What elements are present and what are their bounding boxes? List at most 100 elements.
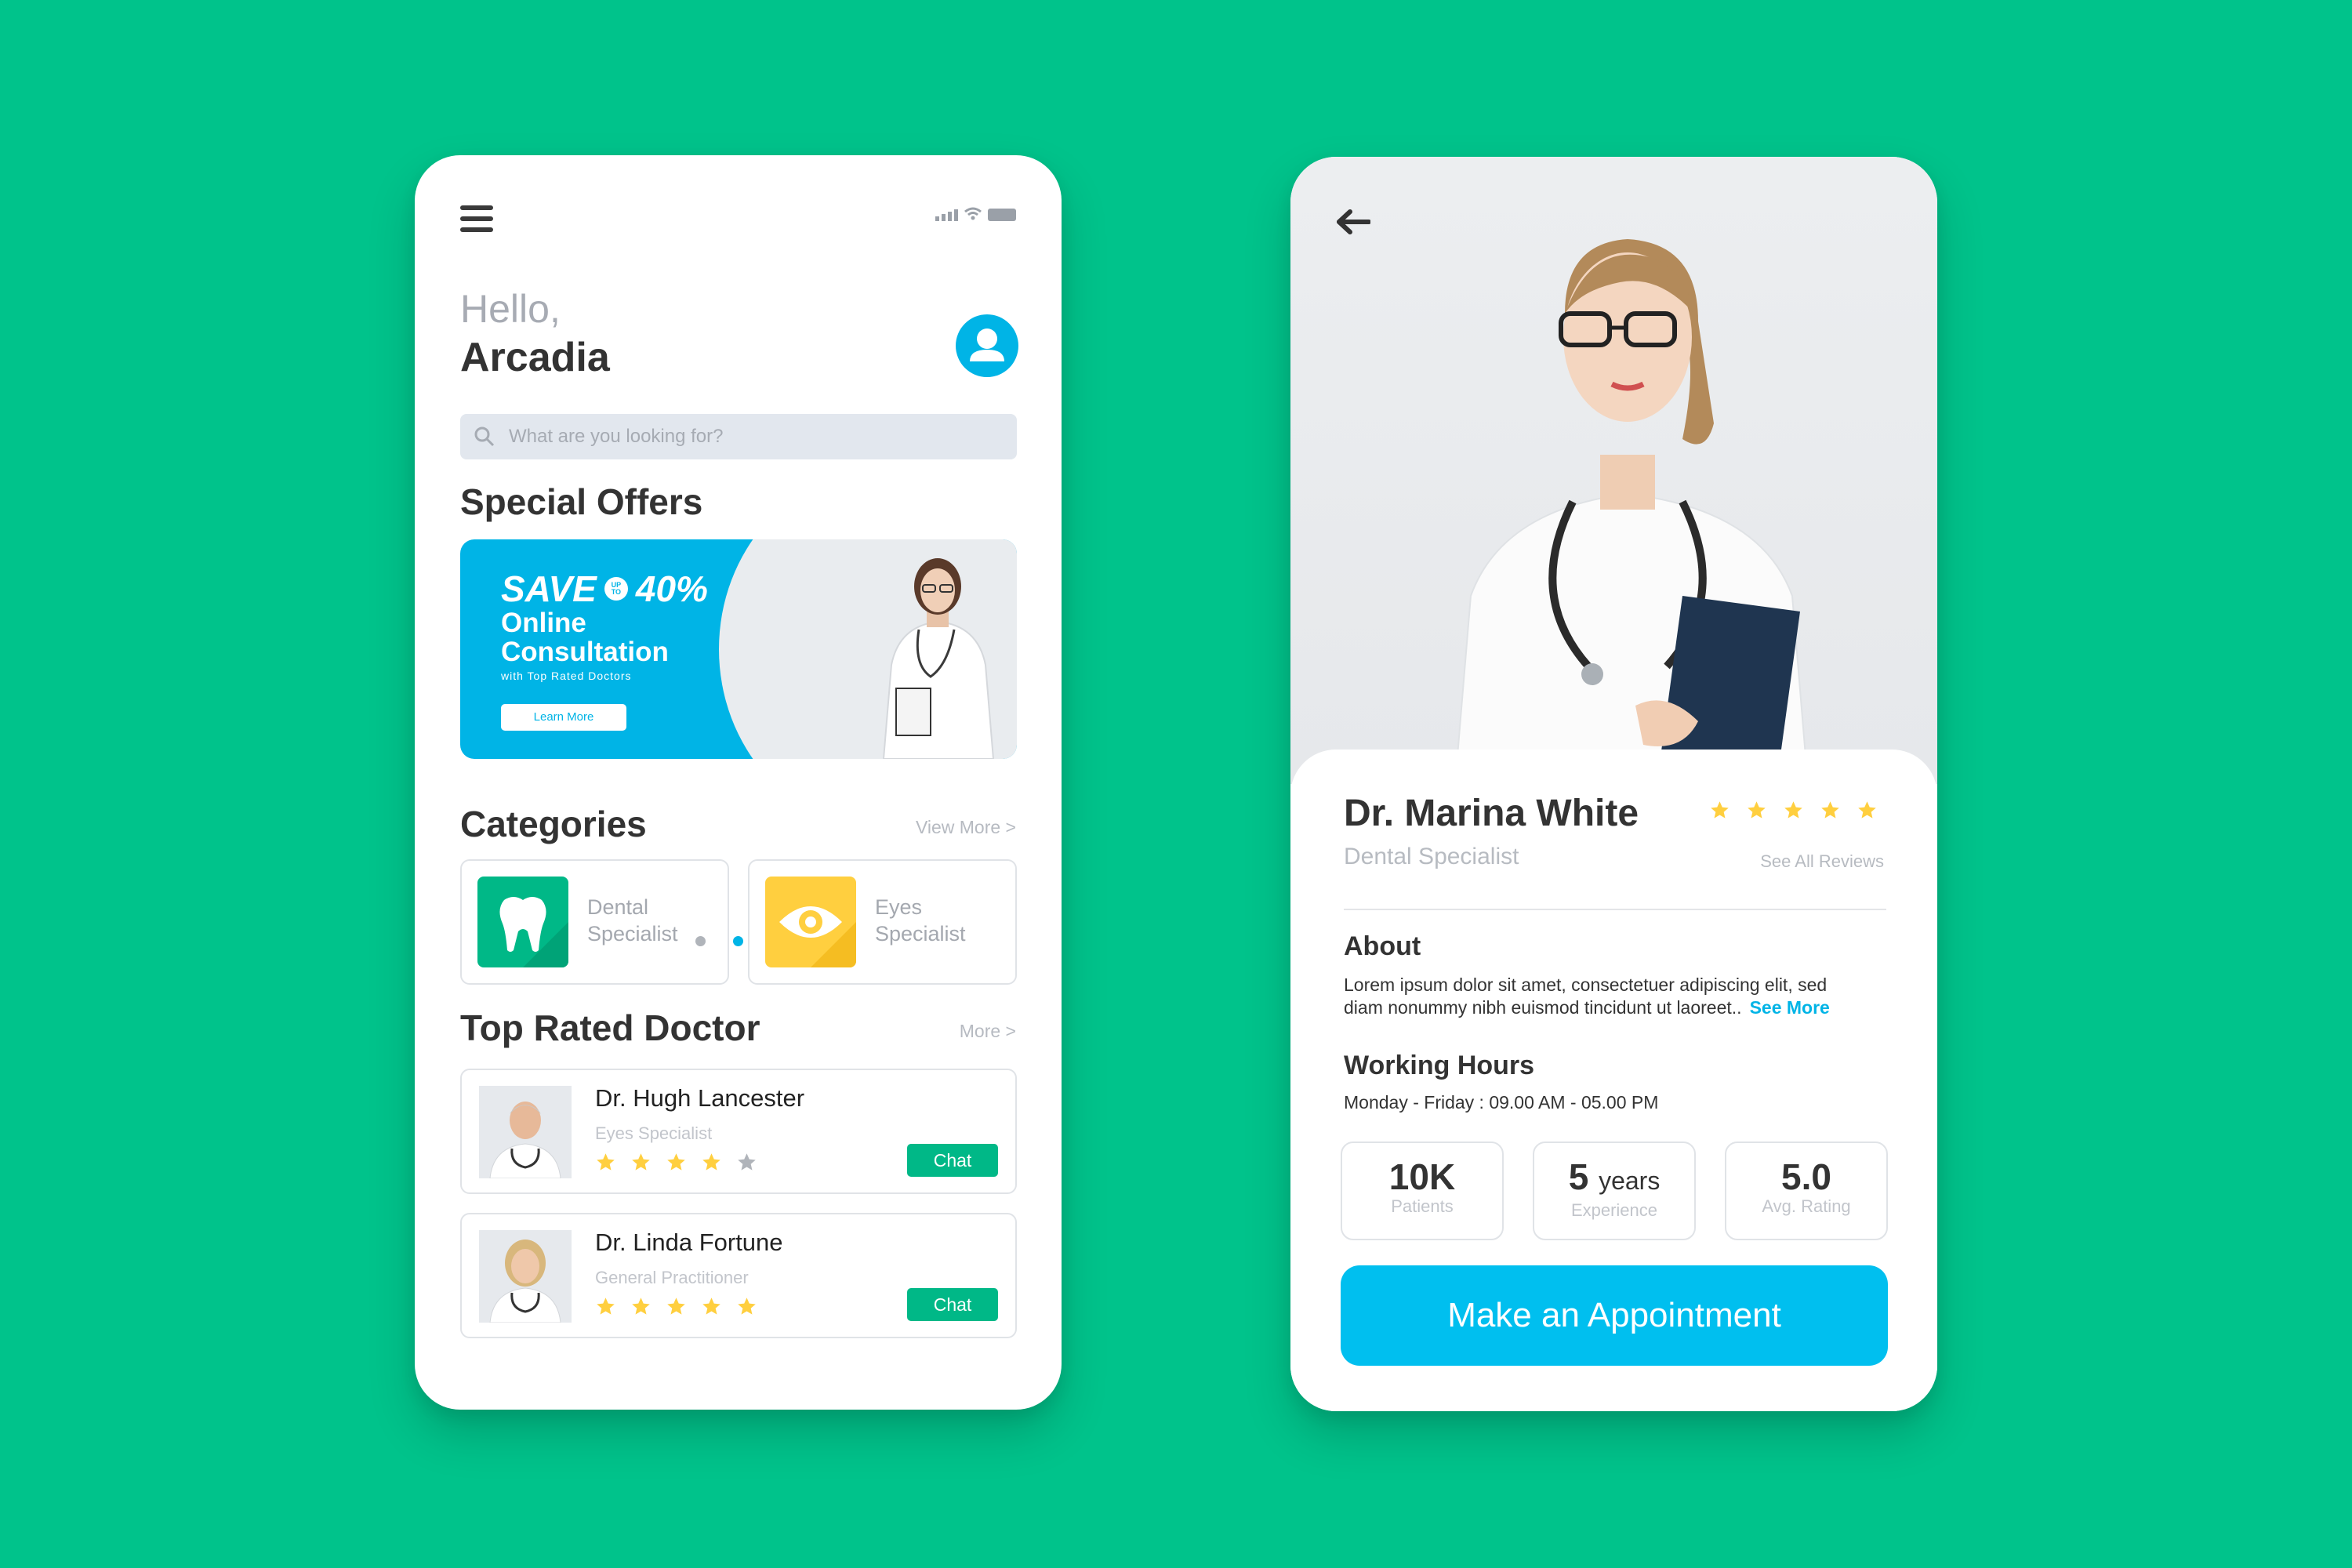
learn-more-button[interactable]: Learn More xyxy=(501,704,626,731)
star-filled-icon xyxy=(1711,801,1729,818)
star-filled-icon xyxy=(597,1298,615,1315)
banner-headline-2: Consultation xyxy=(501,637,669,667)
chat-button[interactable]: Chat xyxy=(907,1144,998,1177)
back-arrow-icon[interactable] xyxy=(1334,209,1370,235)
banner-upto-bottom: TO xyxy=(611,588,622,596)
stat-number: 10K xyxy=(1388,1156,1456,1197)
banner-headline-1: Online xyxy=(501,608,586,638)
doctor-card[interactable]: Dr. Hugh Lancester Eyes Specialist Chat xyxy=(460,1069,1017,1194)
category-label-line2: Specialist xyxy=(587,922,678,946)
about-text-line1: Lorem ipsum dolor sit amet, consectetuer… xyxy=(1344,975,1828,995)
about-text-line2-body: diam nonummy nibh euismod tincidunt ut l… xyxy=(1344,997,1742,1018)
category-label-line1: Dental xyxy=(587,895,649,919)
more-link[interactable]: More > xyxy=(960,1021,1016,1042)
banner-save-line: SAVE UP TO 40% xyxy=(501,568,708,610)
carousel-dot-active[interactable] xyxy=(733,936,743,946)
wifi-icon xyxy=(964,207,982,220)
banner-doctor-image xyxy=(882,558,995,759)
star-filled-icon xyxy=(1821,801,1839,818)
signal-icon xyxy=(935,209,958,221)
tooth-icon xyxy=(477,877,568,967)
stat-value: 5.0 xyxy=(1726,1157,1886,1196)
doctor-portrait-image xyxy=(1454,239,1809,785)
offer-banner[interactable]: SAVE UP TO 40% Online Consultation with … xyxy=(460,539,1017,759)
working-hours-title: Working Hours xyxy=(1344,1051,1535,1080)
rating-stars xyxy=(595,1152,757,1173)
eye-icon xyxy=(765,877,856,967)
category-label: Eyes Specialist xyxy=(875,894,1008,947)
doctor-detail-screen: Dr. Marina White Dental Specialist See A… xyxy=(1290,157,1937,1411)
category-card-dental[interactable]: Dental Specialist xyxy=(460,859,729,985)
stat-number: 5 xyxy=(1568,1156,1589,1197)
working-hours-text: Monday - Friday : 09.00 AM - 05.00 PM xyxy=(1344,1092,1659,1112)
stat-card-experience: 5 years Experience xyxy=(1533,1142,1696,1240)
stat-label: Experience xyxy=(1570,1200,1658,1220)
stat-card-patients: 10K Patients xyxy=(1341,1142,1504,1240)
doctor-photo xyxy=(479,1086,572,1178)
banner-headline: Online Consultation xyxy=(501,608,669,666)
about-text-line2: diam nonummy nibh euismod tincidunt ut l… xyxy=(1344,996,1893,1019)
divider xyxy=(1344,909,1886,910)
make-appointment-button[interactable]: Make an Appointment xyxy=(1341,1265,1888,1366)
category-label-line2: Specialist xyxy=(875,922,966,946)
greeting-hello: Hello, xyxy=(460,287,561,331)
stat-number: 5.0 xyxy=(1781,1156,1831,1197)
star-filled-icon xyxy=(1784,801,1802,818)
doctor-photo xyxy=(479,1230,572,1323)
about-text: Lorem ipsum dolor sit amet, consectetuer… xyxy=(1344,974,1893,1019)
star-filled-icon xyxy=(667,1298,685,1315)
categories-title: Categories xyxy=(460,804,647,844)
doctor-name: Dr. Marina White xyxy=(1344,793,1639,834)
stat-value: 5 years xyxy=(1534,1157,1694,1200)
stat-value: 10K xyxy=(1342,1157,1502,1196)
category-card-eyes[interactable]: Eyes Specialist xyxy=(748,859,1017,985)
banner-upto-badge: UP TO xyxy=(604,577,628,601)
battery-icon xyxy=(988,209,1016,221)
view-more-link[interactable]: View More > xyxy=(916,817,1016,838)
star-filled-icon xyxy=(702,1153,720,1171)
doctor-info-panel: Dr. Marina White Dental Specialist See A… xyxy=(1290,750,1937,1411)
about-title: About xyxy=(1344,931,1421,961)
star-filled-icon xyxy=(632,1298,650,1315)
star-filled-icon xyxy=(1858,801,1876,818)
status-bar xyxy=(935,207,1016,221)
search-bar[interactable] xyxy=(460,414,1017,459)
star-filled-icon xyxy=(738,1298,756,1315)
banner-save: SAVE xyxy=(501,568,597,609)
star-filled-icon xyxy=(597,1153,615,1171)
doctor-specialty: General Practitioner xyxy=(595,1268,749,1287)
user-name: Arcadia xyxy=(460,335,610,380)
banner-percent: 40% xyxy=(635,568,708,609)
category-label: Dental Specialist xyxy=(587,894,720,947)
category-label-line1: Eyes xyxy=(875,895,923,919)
user-icon xyxy=(970,328,1004,361)
see-all-reviews-link[interactable]: See All Reviews xyxy=(1760,851,1884,872)
top-rated-title: Top Rated Doctor xyxy=(460,1007,760,1048)
banner-subtext: with Top Rated Doctors xyxy=(501,670,632,682)
doctor-specialty: Dental Specialist xyxy=(1344,844,1519,869)
profile-avatar-button[interactable] xyxy=(956,314,1018,377)
doctor-hero-photo xyxy=(1290,157,1937,785)
doctor-name: Dr. Linda Fortune xyxy=(595,1229,783,1256)
rating-stars xyxy=(595,1296,757,1317)
home-screen: Hello, Arcadia Special Offers SAVE xyxy=(415,155,1062,1410)
hamburger-menu-icon[interactable] xyxy=(460,205,493,232)
rating-stars xyxy=(1709,800,1878,821)
search-input[interactable] xyxy=(509,414,995,459)
doctor-name: Dr. Hugh Lancester xyxy=(595,1084,805,1112)
stat-label: Patients xyxy=(1391,1196,1454,1216)
greeting: Hello, Arcadia xyxy=(460,285,610,382)
see-more-link[interactable]: See More xyxy=(1750,997,1830,1018)
star-filled-icon xyxy=(667,1153,685,1171)
star-filled-icon xyxy=(632,1153,650,1171)
doctor-specialty: Eyes Specialist xyxy=(595,1123,713,1143)
stat-card-rating: 5.0 Avg. Rating xyxy=(1725,1142,1888,1240)
stat-label: Avg. Rating xyxy=(1762,1196,1851,1216)
star-filled-icon xyxy=(1748,801,1766,818)
chat-button[interactable]: Chat xyxy=(907,1288,998,1321)
doctor-card[interactable]: Dr. Linda Fortune General Practitioner C… xyxy=(460,1213,1017,1338)
star-filled-icon xyxy=(702,1298,720,1315)
stat-unit: years xyxy=(1599,1167,1661,1195)
star-empty-icon xyxy=(738,1153,756,1171)
special-offers-title: Special Offers xyxy=(460,481,703,522)
